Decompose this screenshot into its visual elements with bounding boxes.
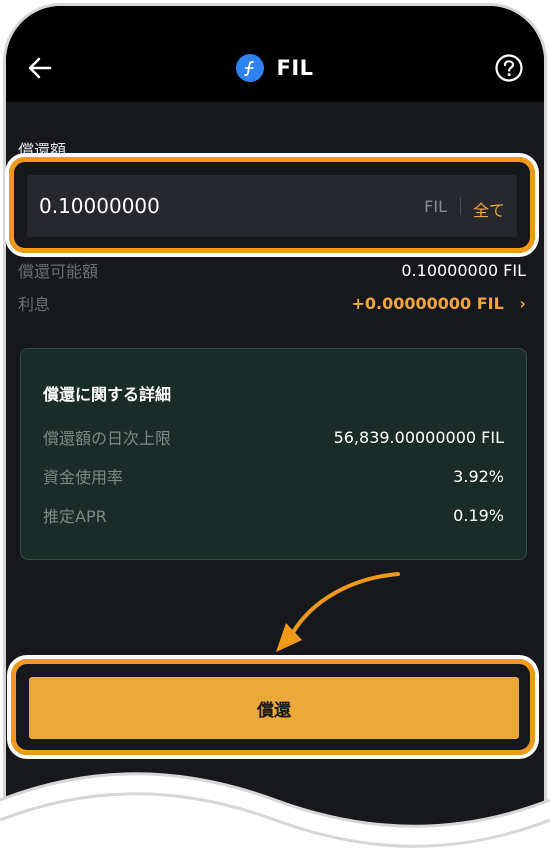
title-group: FIL <box>6 50 544 86</box>
amount-unit: FIL <box>424 197 447 216</box>
filecoin-icon <box>236 54 265 82</box>
detail-label: 資金使用率 <box>43 468 124 487</box>
detail-row-daily-limit: 償還額の日次上限 56,839.00000000 FIL <box>43 425 504 449</box>
detail-value: 0.19% <box>453 505 504 525</box>
question-circle-icon <box>495 54 523 82</box>
detail-row-utilization: 資金使用率 3.92% <box>43 464 504 488</box>
device-frame: FIL 償還額 FIL 全て 償還可能額 0.10000000 FIL 利息 +… <box>0 0 550 851</box>
amount-input[interactable] <box>39 175 339 237</box>
repay-button[interactable]: 償還 <box>29 677 519 739</box>
repayable-label: 償還可能額 <box>18 262 99 281</box>
repay-details-card: 償還に関する詳細 償還額の日次上限 56,839.00000000 FIL 資金… <box>20 348 527 560</box>
help-button[interactable] <box>494 53 524 83</box>
detail-label: 償還額の日次上限 <box>43 429 172 448</box>
amount-field[interactable]: FIL 全て <box>27 175 517 237</box>
torn-edge-decoration <box>0 772 550 851</box>
interest-label: 利息 <box>18 295 51 314</box>
details-title: 償還に関する詳細 <box>43 385 172 404</box>
detail-value: 3.92% <box>453 466 504 486</box>
chevron-right-icon: › <box>519 293 526 313</box>
interest-value: +0.00000000 FIL <box>351 293 504 313</box>
repayable-row: 償還可能額 0.10000000 FIL <box>18 258 526 282</box>
page-title: FIL <box>276 56 314 80</box>
unit-divider <box>460 197 461 215</box>
max-all-button[interactable]: 全て <box>473 197 505 221</box>
detail-label: 推定APR <box>43 507 107 526</box>
repayable-value: 0.10000000 FIL <box>401 260 526 280</box>
detail-value: 56,839.00000000 FIL <box>333 427 504 447</box>
curved-arrow-annotation-icon <box>276 572 400 652</box>
detail-row-apr: 推定APR 0.19% <box>43 503 504 527</box>
interest-value-group: +0.00000000 FIL › <box>352 294 527 313</box>
interest-row[interactable]: 利息 +0.00000000 FIL › <box>18 291 526 315</box>
top-bar: FIL <box>6 6 544 102</box>
